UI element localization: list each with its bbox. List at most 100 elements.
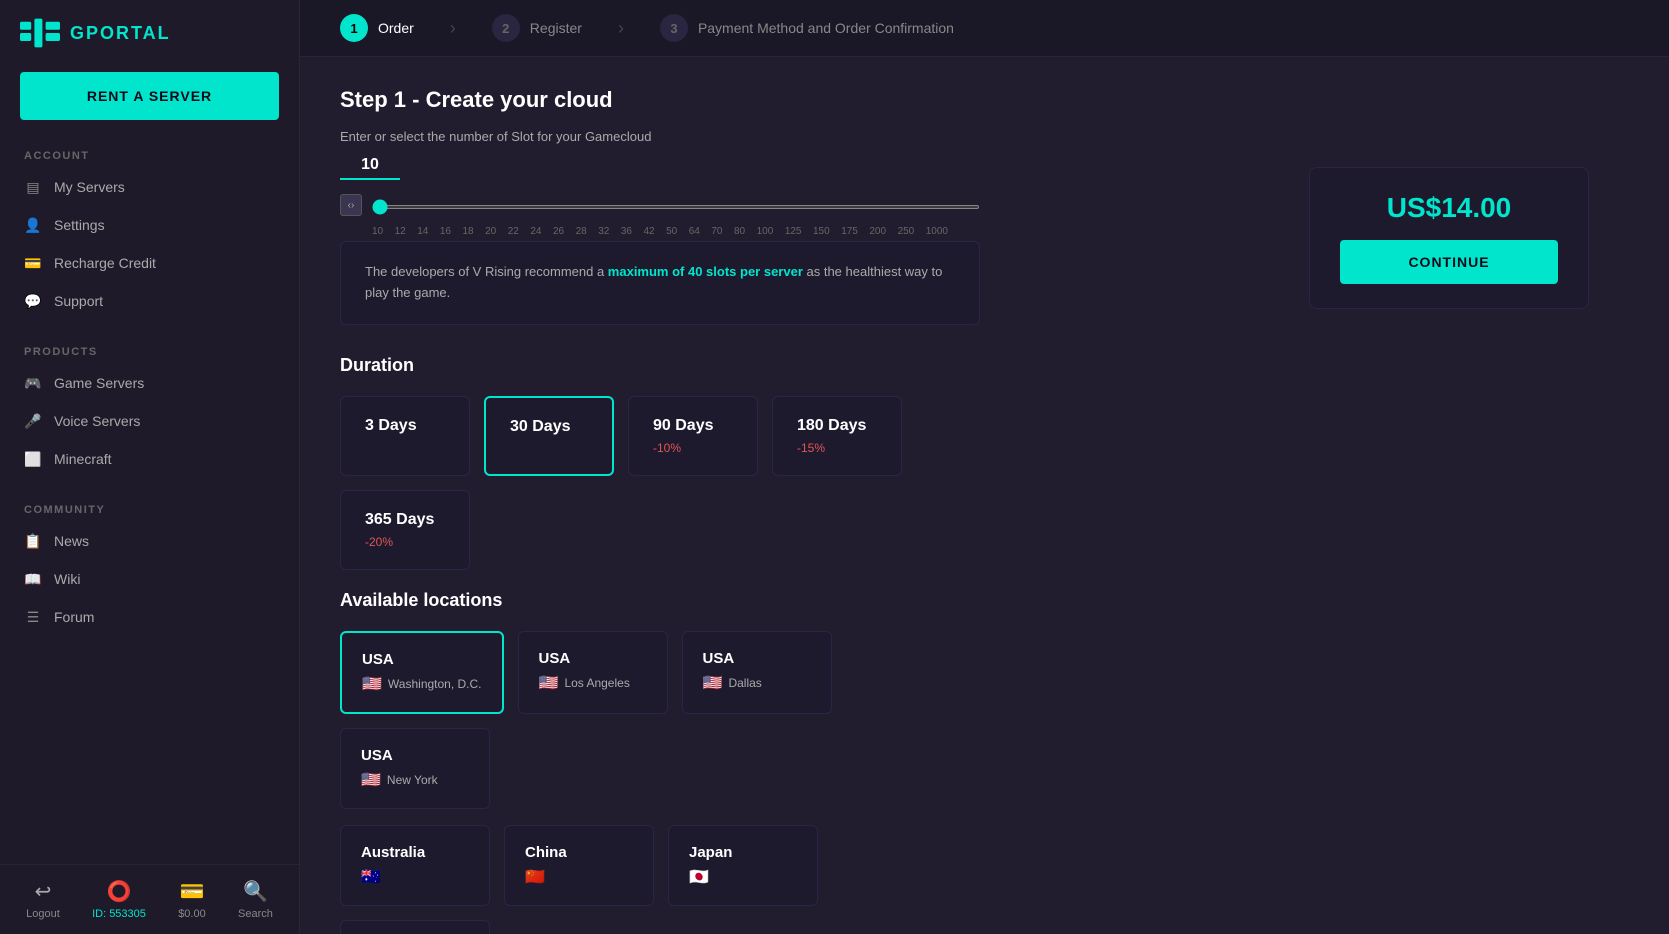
top-nav: 1 Order › 2 Register › 3 Payment Method …: [300, 0, 1669, 57]
duration-grid: 3 Days 30 Days 90 Days -10% 180 Days -15…: [340, 396, 980, 476]
logout-icon: ↩: [35, 879, 52, 904]
slot-number-input[interactable]: [340, 152, 400, 180]
page-title: Step 1 - Create your cloud: [340, 87, 980, 113]
sidebar-item-support[interactable]: 💬 Support: [0, 282, 299, 320]
user-id-icon: ⭕: [107, 879, 132, 904]
recharge-icon: 💳: [24, 254, 42, 272]
game-servers-icon: 🎮: [24, 374, 42, 392]
location-city-usa-ny: 🇺🇸 New York: [361, 770, 469, 790]
duration-card-90days[interactable]: 90 Days -10%: [628, 396, 758, 476]
products-section-label: PRODUCTS: [0, 336, 299, 364]
logo-area: GPORTAL: [0, 0, 299, 66]
support-icon: 💬: [24, 292, 42, 310]
location-card-europe[interactable]: Europe 🇪🇺: [340, 920, 490, 934]
sidebar-item-label: My Servers: [54, 179, 125, 195]
main-content: 1 Order › 2 Register › 3 Payment Method …: [300, 0, 1669, 934]
slot-label: Enter or select the number of Slot for y…: [340, 129, 980, 144]
step-1: 1 Order: [340, 14, 414, 42]
voice-servers-icon: 🎤: [24, 412, 42, 430]
location-grid: USA 🇺🇸 Washington, D.C. USA 🇺🇸 Los Angel…: [340, 631, 980, 809]
step-separator-1: ›: [450, 18, 456, 39]
step-3-label: Payment Method and Order Confirmation: [698, 20, 954, 36]
sidebar-item-my-servers[interactable]: ▤ My Servers: [0, 168, 299, 206]
rent-server-button[interactable]: RENT A SERVER: [20, 72, 279, 120]
location-card-australia[interactable]: Australia 🇦🇺: [340, 825, 490, 906]
duration-label-3days: 3 Days: [365, 417, 445, 435]
location-country-australia: Australia: [361, 844, 469, 861]
location-card-china[interactable]: China 🇨🇳: [504, 825, 654, 906]
sidebar-item-minecraft[interactable]: ⬜ Minecraft: [0, 440, 299, 478]
step-2-label: Register: [530, 20, 582, 36]
user-id-button[interactable]: ⭕ ID: 553305: [92, 879, 146, 920]
sidebar-item-label: News: [54, 533, 89, 549]
duration-card-3days[interactable]: 3 Days: [340, 396, 470, 476]
locations-title: Available locations: [340, 590, 980, 611]
sidebar-item-label: Settings: [54, 217, 105, 233]
location-country-usa-dc: USA: [362, 651, 482, 668]
sidebar-item-label: Forum: [54, 609, 94, 625]
location-card-usa-dc[interactable]: USA 🇺🇸 Washington, D.C.: [340, 631, 504, 714]
sidebar-item-game-servers[interactable]: 🎮 Game Servers: [0, 364, 299, 402]
gportal-logo-icon: [20, 18, 60, 48]
sidebar-item-settings[interactable]: 👤 Settings: [0, 206, 299, 244]
flag-japan: 🇯🇵: [689, 867, 709, 887]
location-city-usa-la: 🇺🇸 Los Angeles: [539, 673, 647, 693]
location-card-usa-la[interactable]: USA 🇺🇸 Los Angeles: [518, 631, 668, 714]
search-label: Search: [238, 908, 273, 920]
sidebar: GPORTAL RENT A SERVER ACCOUNT ▤ My Serve…: [0, 0, 300, 934]
wiki-icon: 📖: [24, 570, 42, 588]
sidebar-item-recharge-credit[interactable]: 💳 Recharge Credit: [0, 244, 299, 282]
duration-title: Duration: [340, 355, 980, 376]
location-city-china: 🇨🇳: [525, 867, 633, 887]
continue-button[interactable]: CONTINUE: [1340, 240, 1558, 284]
location-country-japan: Japan: [689, 844, 797, 861]
location-card-usa-ny[interactable]: USA 🇺🇸 New York: [340, 728, 490, 809]
account-section-label: ACCOUNT: [0, 140, 299, 168]
duration-card-180days[interactable]: 180 Days -15%: [772, 396, 902, 476]
location-country-china: China: [525, 844, 633, 861]
sidebar-item-news[interactable]: 📋 News: [0, 522, 299, 560]
search-button[interactable]: 🔍 Search: [238, 879, 273, 920]
flag-usa-dallas: 🇺🇸: [703, 673, 723, 693]
content-area: US$14.00 CONTINUE Step 1 - Create your c…: [300, 57, 1669, 934]
flag-usa-ny: 🇺🇸: [361, 770, 381, 790]
price-amount: US$14.00: [1340, 192, 1558, 224]
sidebar-item-forum[interactable]: ☰ Forum: [0, 598, 299, 636]
slots-slider[interactable]: [372, 205, 980, 209]
flag-usa-la: 🇺🇸: [539, 673, 559, 693]
sidebar-item-label: Wiki: [54, 571, 80, 587]
location-city-usa-dallas: 🇺🇸 Dallas: [703, 673, 811, 693]
my-servers-icon: ▤: [24, 178, 42, 196]
left-content: Step 1 - Create your cloud Enter or sele…: [340, 87, 980, 934]
location-country-usa-ny: USA: [361, 747, 469, 764]
slider-left-thumb[interactable]: ‹›: [340, 194, 362, 216]
location-country-usa-la: USA: [539, 650, 647, 667]
logout-button[interactable]: ↩ Logout: [26, 879, 60, 920]
location-card-japan[interactable]: Japan 🇯🇵: [668, 825, 818, 906]
content-wrapper: US$14.00 CONTINUE Step 1 - Create your c…: [340, 87, 1629, 934]
step-1-label: Order: [378, 20, 414, 36]
step-separator-2: ›: [618, 18, 624, 39]
location-city-australia: 🇦🇺: [361, 867, 469, 887]
location-city-japan: 🇯🇵: [689, 867, 797, 887]
duration-card-365days[interactable]: 365 Days -20%: [340, 490, 470, 570]
balance-button[interactable]: 💳 $0.00: [178, 879, 206, 920]
step-3: 3 Payment Method and Order Confirmation: [660, 14, 954, 42]
duration-discount-90days: -10%: [653, 441, 733, 455]
sidebar-item-wiki[interactable]: 📖 Wiki: [0, 560, 299, 598]
step-1-circle: 1: [340, 14, 368, 42]
slot-input-row: [340, 152, 980, 180]
sidebar-item-voice-servers[interactable]: 🎤 Voice Servers: [0, 402, 299, 440]
settings-icon: 👤: [24, 216, 42, 234]
community-section-label: COMMUNITY: [0, 494, 299, 522]
price-box: US$14.00 CONTINUE: [1309, 167, 1589, 309]
info-box: The developers of V Rising recommend a m…: [340, 241, 980, 325]
sidebar-item-label: Voice Servers: [54, 413, 140, 429]
duration-grid-row2: 365 Days -20%: [340, 490, 980, 570]
search-icon: 🔍: [243, 879, 268, 904]
duration-label-90days: 90 Days: [653, 417, 733, 435]
logo-text: GPORTAL: [70, 23, 171, 44]
duration-discount-180days: -15%: [797, 441, 877, 455]
location-card-usa-dallas[interactable]: USA 🇺🇸 Dallas: [682, 631, 832, 714]
duration-card-30days[interactable]: 30 Days: [484, 396, 614, 476]
